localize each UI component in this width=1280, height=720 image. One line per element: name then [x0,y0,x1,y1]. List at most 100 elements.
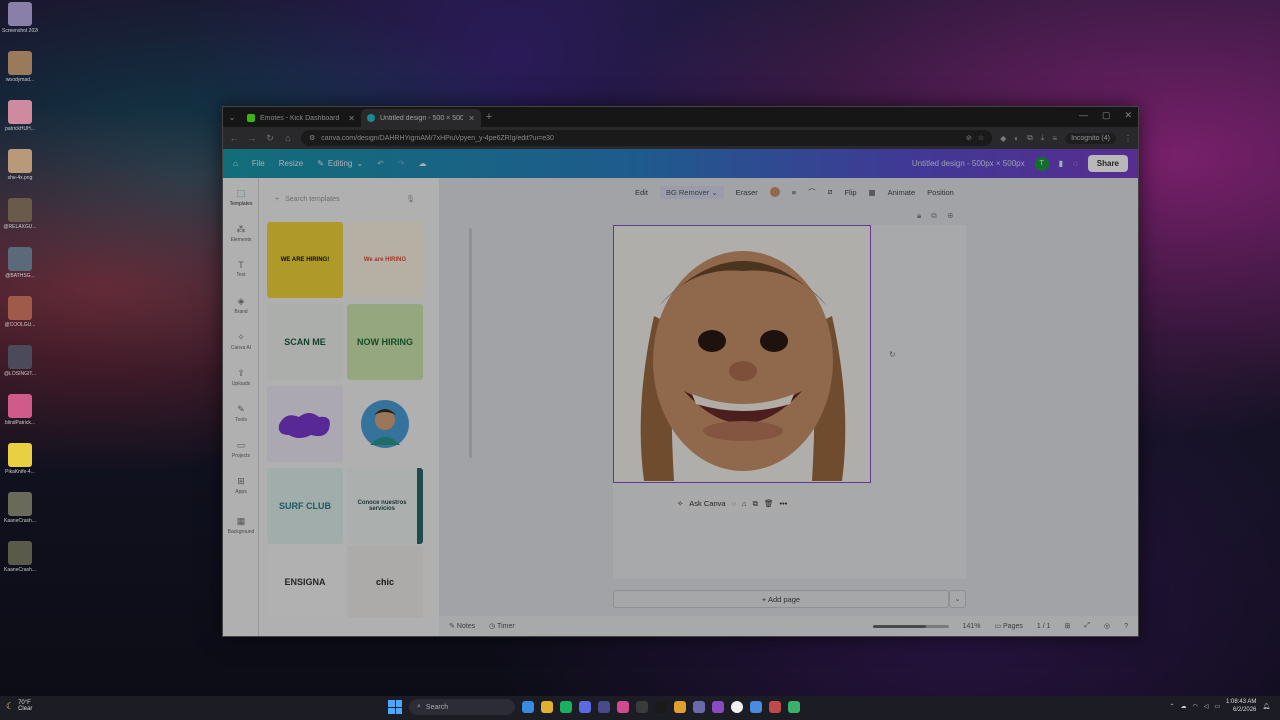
download-icon[interactable]: ⤓ [1041,133,1045,143]
clock[interactable]: 1:08:43 AM 6/2/2026 [1226,698,1256,714]
template-thumbnail[interactable]: SCAN ME [267,304,343,380]
line-style-icon[interactable]: ≡ [792,188,796,197]
windows-start-icon[interactable] [388,700,402,714]
template-thumbnail[interactable]: We are HIRING [347,222,423,298]
taskbar-app-icon[interactable] [750,701,762,713]
template-thumbnail[interactable]: SURF CLUB [267,468,343,544]
flip-button[interactable]: Flip [844,188,856,197]
taskbar-app-icon[interactable] [636,701,648,713]
notification-bell-icon[interactable]: 🔔︎ [1262,703,1270,710]
crop-icon[interactable]: ⧄ [828,187,833,197]
color-swatch[interactable] [769,187,780,197]
taskbar-app-icon[interactable] [541,701,553,713]
edit-button[interactable]: Edit [635,188,648,197]
template-thumbnail[interactable]: chic [347,546,423,618]
fullscreen-icon[interactable]: ⤢ [1084,622,1090,630]
taskbar-app-icon[interactable] [579,701,591,713]
check-icon[interactable]: ◎ [1104,622,1110,630]
taskbar-search-input[interactable]: ⌕ Search [409,699,515,715]
bg-remover-button[interactable]: BG Remover ⌄ [659,185,724,199]
chevron-down-icon[interactable]: ⌄ [949,590,966,608]
weather-widget[interactable]: ☾ 70°F Clear [6,700,32,712]
resize-menu[interactable]: Resize [279,159,303,168]
rail-item-projects[interactable]: ▭ Projects [223,440,259,459]
rail-item-elements[interactable]: ⁂ Elements [223,224,259,243]
home-icon[interactable]: ⌂ [233,159,238,168]
desktop-file-icon[interactable]: @LOSINGIT... [2,345,38,377]
taskbar-app-icon[interactable] [674,701,686,713]
taskbar-app-icon[interactable] [560,701,572,713]
desktop-file-icon[interactable]: @BATHSG... [2,247,38,279]
desktop-file-icon[interactable]: blindPatrick... [2,394,38,426]
taskbar-app-icon[interactable] [617,701,629,713]
desktop-file-icon[interactable]: Screenshot 2026-06-0... [2,2,38,34]
eraser-button[interactable]: Eraser [736,188,758,197]
cloud-icon[interactable]: ☁ [1180,703,1186,710]
template-thumbnail[interactable]: ENSIGNA [267,546,343,618]
rotate-handle-icon[interactable]: ↻ [889,350,896,359]
url-field[interactable]: ⚙ canva.com/design/DAHRHYigmAM/7xHPiuVpy… [301,130,993,146]
wifi-icon[interactable]: ◠ [1192,703,1197,710]
extension-icon[interactable]: ◆ [1000,134,1006,143]
add-page-button[interactable]: + Add page [613,590,949,608]
lock-icon[interactable]: 🔒︎ [917,211,921,221]
selected-photo[interactable] [613,225,871,483]
analytics-icon[interactable]: ▮ [1059,159,1063,168]
taskbar-app-icon[interactable] [769,701,781,713]
desktop-file-icon[interactable]: patrickHUH... [2,100,38,132]
rail-item-apps[interactable]: ⊞ Apps [223,476,259,495]
grid-view-icon[interactable]: ⊞ [1065,622,1071,630]
playlist-icon[interactable]: ≡ [1052,134,1057,143]
desktop-file-icon[interactable]: @RELAXGU... [2,198,38,230]
ask-canva-button[interactable]: Ask Canva [689,499,725,508]
eye-off-icon[interactable]: ⊘ [966,134,972,142]
timer-button[interactable]: ◷ Timer [489,622,515,630]
redo-icon[interactable]: ↷ [398,159,405,168]
desktop-file-icon[interactable]: woodymad... [2,51,38,83]
tab-canva-design[interactable]: Untitled design - 500 × 500px ✕ [361,109,481,127]
zoom-level[interactable]: 141% [963,623,981,630]
chevron-up-icon[interactable]: ⌃ [1169,703,1174,710]
comment-icon[interactable]: ◌ [732,499,736,508]
corner-rounding-icon[interactable]: ⌒ [808,187,816,198]
rail-item-canva-ai[interactable]: ✧ Canva AI [223,332,259,351]
duplicate-page-icon[interactable]: ⧉ [931,211,937,221]
position-button[interactable]: Position [927,188,954,197]
desktop-file-icon[interactable]: PikaKnife-4... [2,443,38,475]
volume-icon[interactable]: ◁ [1204,703,1209,710]
lock-icon[interactable]: ⌂ [742,499,747,508]
taskbar-app-icon[interactable] [693,701,705,713]
cloud-save-icon[interactable]: ☁ [418,159,426,168]
notes-button[interactable]: ✎ Notes [449,622,475,630]
comment-icon[interactable]: ◌ [1073,159,1078,168]
template-thumbnail[interactable]: Conoce nuestros servicios [347,468,423,544]
maximize-icon[interactable]: ▢ [1102,110,1111,121]
taskbar-app-icon[interactable] [655,701,667,713]
delete-icon[interactable]: 🗑︎ [764,499,774,508]
template-thumbnail[interactable] [347,386,423,462]
tab-kick-dashboard[interactable]: Emotes - Kick Dashboard ✕ [241,109,361,127]
file-menu[interactable]: File [252,159,265,168]
rail-item-tools[interactable]: ✎ Tools [223,404,259,423]
rail-item-text[interactable]: T Text [223,260,259,278]
home-icon[interactable]: ⌂ [283,133,293,143]
tab-search-icon[interactable]: ⌄ [223,107,241,127]
template-thumbnail[interactable] [267,386,343,462]
microphone-icon[interactable]: 🎙 [406,195,415,203]
rail-item-background[interactable]: ▦ Background [223,516,259,535]
close-icon[interactable]: ✕ [348,114,355,123]
bookmark-star-icon[interactable]: ☆ [978,134,984,142]
animate-button[interactable]: Animate [888,188,916,197]
pages-button[interactable]: ▭ Pages [994,622,1022,630]
taskbar-app-icon[interactable] [731,701,743,713]
taskbar-app-icon[interactable] [788,701,800,713]
design-title[interactable]: Untitled design - 500px × 500px [912,159,1025,168]
battery-icon[interactable]: ▭ [1214,703,1220,710]
add-page-icon[interactable]: ⊕ [947,211,954,221]
close-window-icon[interactable]: ✕ [1124,110,1132,121]
close-icon[interactable]: ✕ [468,114,475,123]
more-menu-icon[interactable]: ⋮ [1124,134,1132,143]
extensions-puzzle-icon[interactable]: ⧉ [1027,133,1033,143]
forward-icon[interactable]: → [247,133,257,143]
taskbar-app-icon[interactable] [712,701,724,713]
